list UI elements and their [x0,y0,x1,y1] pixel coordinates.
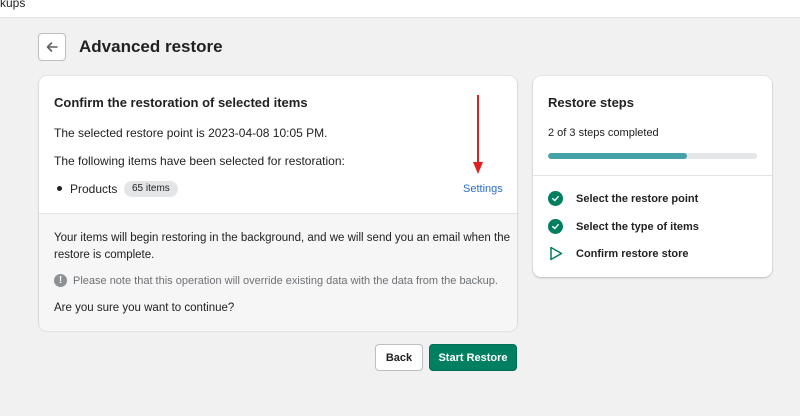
warning-text: Please note that this operation will ove… [73,275,498,287]
confirm-restore-card: Confirm the restoration of selected item… [39,76,517,331]
step-label: Select the restore point [576,193,699,205]
check-circle-icon [548,219,563,234]
arrow-left-icon [46,42,58,52]
progress-bar-fill [548,153,688,159]
item-label: Products [70,182,118,196]
item-count-badge: 65 items [124,181,178,197]
check-circle-icon [548,191,563,206]
step-label: Select the type of items [576,221,699,233]
bullet [57,186,62,191]
confirm-question: Are you sure you want to continue? [54,302,235,314]
divider [533,175,772,176]
steps-card-title: Restore steps [548,95,634,110]
items-intro-text: The following items have been selected f… [54,154,345,168]
red-arrow-down-icon [473,95,483,174]
progress-bar [548,153,757,159]
page-title: Advanced restore [79,37,223,56]
background-note-cont: restore is complete. [54,249,155,261]
start-restore-button[interactable]: Start Restore [429,344,517,371]
progress-text: 2 of 3 steps completed [548,127,659,139]
restore-steps-card: Restore steps 2 of 3 steps completed Sel… [533,76,772,277]
confirm-card-footer-section: Your items will begin restoring in the b… [39,213,517,331]
confirm-card-title: Confirm the restoration of selected item… [54,95,308,110]
back-arrow-button[interactable] [38,33,66,61]
step-label: Confirm restore store [576,248,689,260]
top-bar: kups [0,0,800,18]
breadcrumb[interactable]: kups [0,0,25,10]
play-outline-icon [550,246,563,261]
exclamation-circle-icon: ! [54,274,67,287]
restore-point-text: The selected restore point is 2023-04-08… [54,126,328,140]
settings-link[interactable]: Settings [463,183,503,195]
background-note: Your items will begin restoring in the b… [54,232,511,244]
back-button[interactable]: Back [375,344,423,371]
